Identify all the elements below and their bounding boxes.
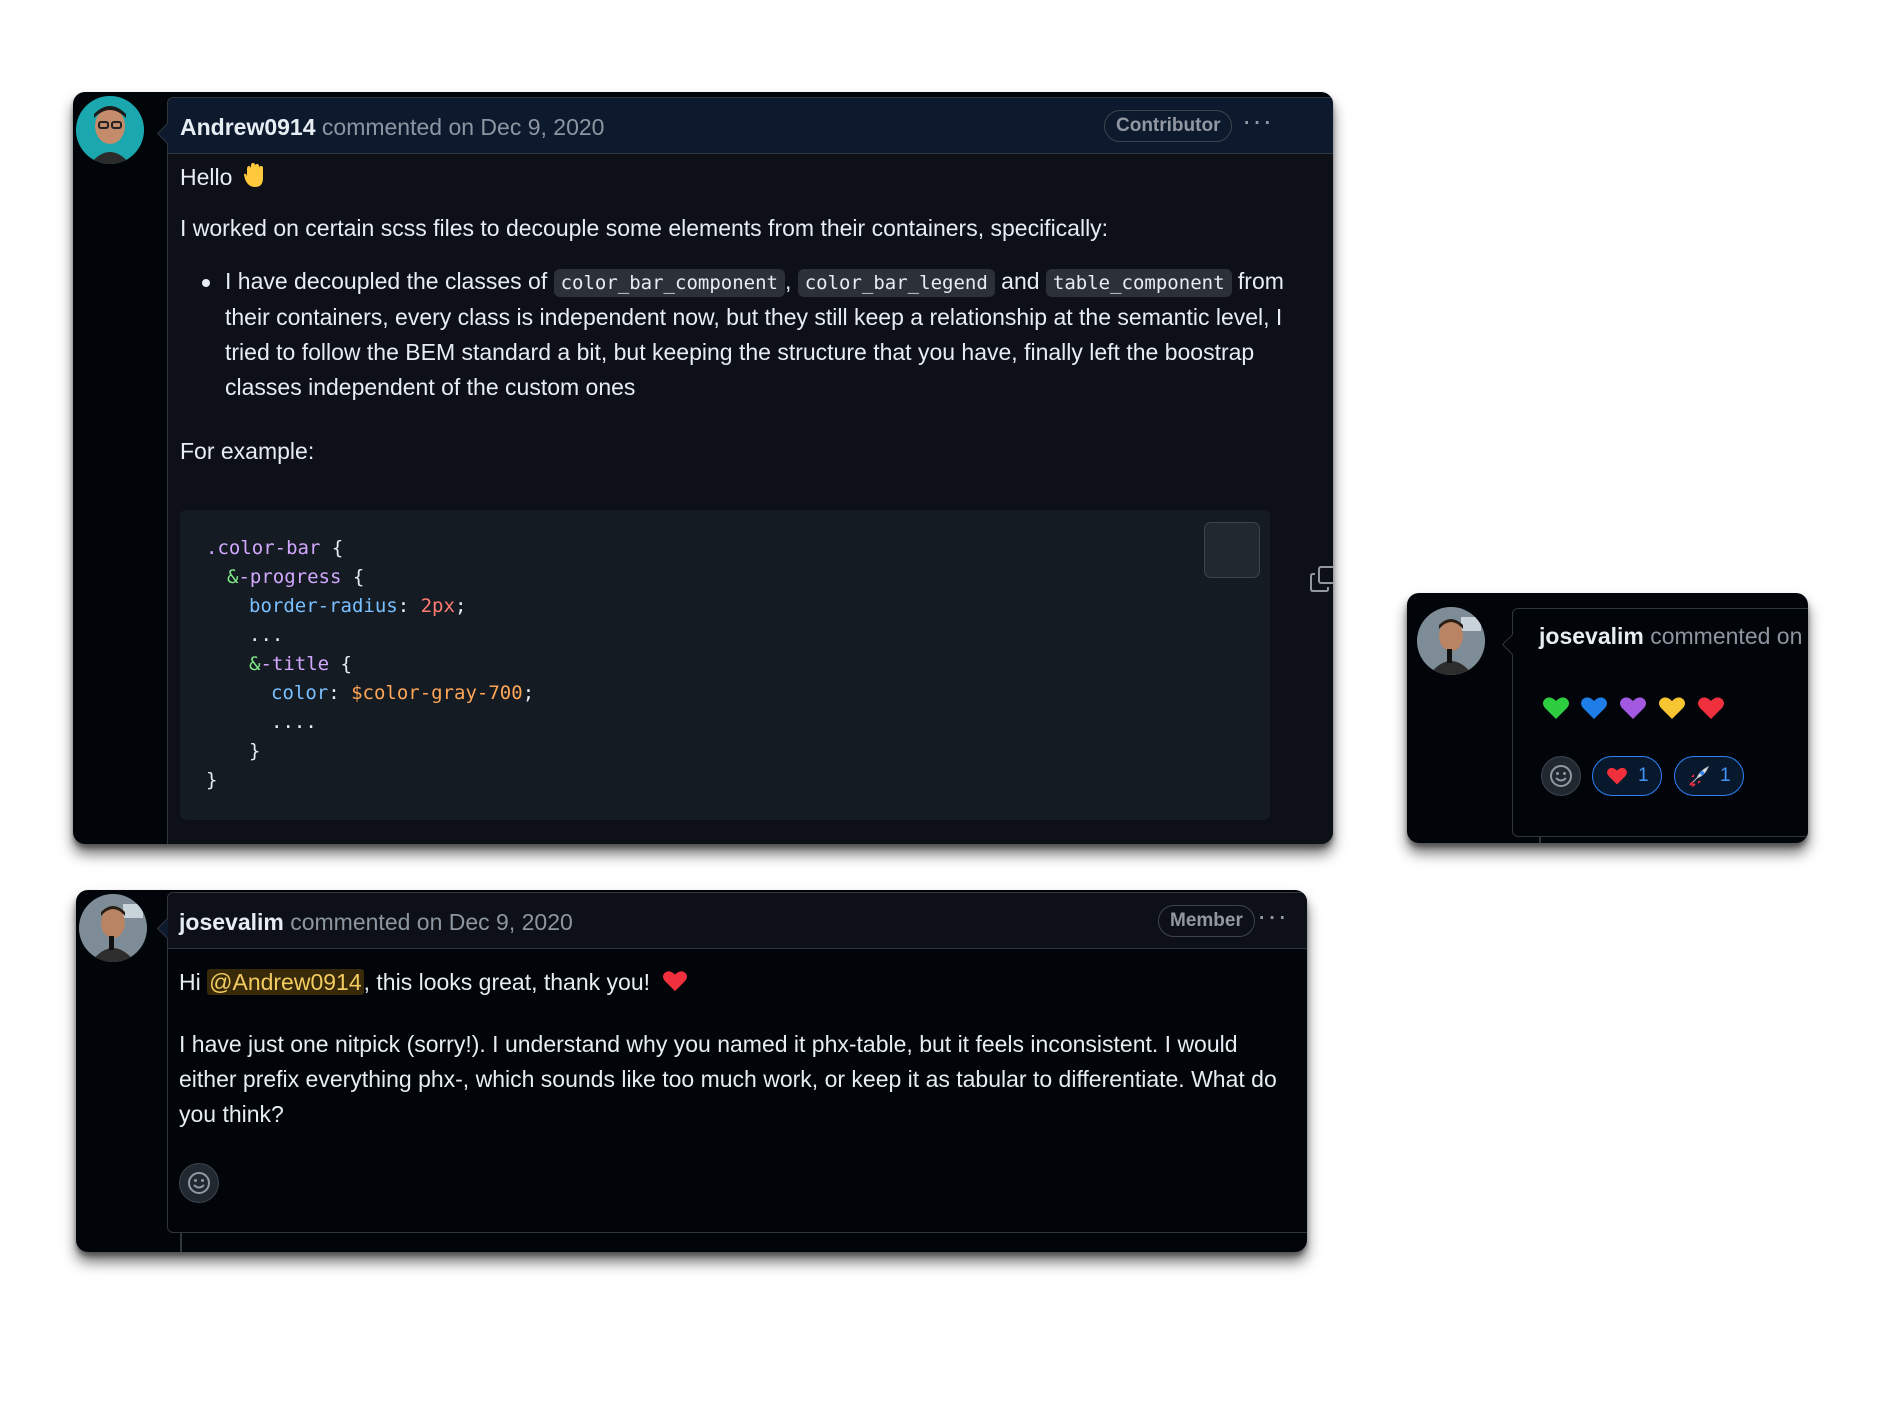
code-block[interactable]: .color-bar { &-progress { border-radius:… [180,510,1333,820]
code-line: .color-bar { [206,534,343,563]
smiley-icon [1550,765,1572,787]
code-line: border-radius: 2px; [249,592,466,621]
code-token: & [249,653,261,675]
code-token: } [249,740,261,762]
code-line: &-progress { [227,563,364,592]
bullet-line-2: their containers, every class is indepen… [225,304,1283,330]
green-heart-icon [1543,697,1569,719]
copy-button[interactable] [1204,522,1333,592]
reply-paragraph-line-3: you think? [179,1101,284,1127]
bullet-prefix: I have decoupled the classes of [225,268,548,294]
comment-options-icon[interactable]: ··· [1257,901,1288,931]
comment-card-andrew: Andrew0914 commented on Dec 9, 2020 Cont… [73,92,1333,844]
reaction-count: 1 [1720,765,1731,786]
user-mention-link[interactable]: @Andrew0914 [207,969,364,995]
wave-emoji-icon [243,162,265,198]
code-token: color [271,682,329,704]
code-token: ; [454,595,467,617]
rocket-icon [1689,765,1709,787]
comment-card-reactions: josevalim commented on 1 1 [1407,593,1808,843]
comment-arrow [1501,633,1524,656]
code-token: .... [271,711,317,733]
comment-header-text: josevalim commented on Dec 9, 2020 [179,909,573,936]
code-token: 2px [420,595,455,617]
blue-heart-icon [1581,697,1607,719]
greeting-text: Hello [180,164,233,190]
code-token: { [329,653,352,675]
copy-icon [1309,566,1333,592]
inline-code: color_bar_component [553,269,785,297]
code-line: &-title { [249,650,352,679]
comment-header-text: Andrew0914 commented on Dec 9, 2020 [180,114,604,141]
rocket-reaction-button[interactable]: 1 [1674,756,1744,796]
add-reaction-button[interactable] [1541,756,1581,796]
purple-heart-icon [1620,697,1646,719]
comment-box: josevalim commented on Dec 9, 2020 Membe… [156,892,1307,1233]
from-text: from [1237,268,1284,294]
author-link[interactable]: josevalim [179,909,284,935]
greeting: Hello [180,160,265,198]
comment-header: josevalim commented on Dec 9, 2020 Membe… [168,893,1307,949]
comment-box: josevalim commented on 1 1 [1501,608,1808,837]
code-token: : [397,595,421,617]
example-label: For example: [180,438,315,464]
avatar-andrew[interactable] [76,96,144,164]
comment-header-text: josevalim commented on [1539,623,1802,650]
code-token: { [341,566,365,588]
bullet-dot [202,279,210,287]
inline-code: color_bar_legend [797,269,995,297]
comment-timestamp[interactable]: commented on Dec 9, 2020 [322,114,605,140]
code-line: .... [271,708,317,737]
red-heart-icon [1698,697,1724,719]
comment-options-icon[interactable]: ··· [1242,106,1273,136]
code-token: -title [260,653,330,675]
comment-timestamp[interactable]: commented on Dec 9, 2020 [290,909,573,935]
avatar-josevalim[interactable] [79,894,147,962]
red-heart-icon [662,968,688,1003]
reply-line-1: Hi @Andrew0914, this looks great, thank … [179,965,688,1003]
red-heart-icon [1607,767,1627,785]
author-link[interactable]: josevalim [1539,623,1644,649]
avatar-josevalim[interactable] [1417,607,1485,675]
code-token: -progress [238,566,342,588]
code-token: border-radius [249,595,398,617]
member-badge: Member [1158,905,1255,937]
intro-paragraph: I worked on certain scss files to decoup… [180,215,1109,241]
code-token: { [320,537,344,559]
hi-text: Hi [179,969,201,995]
thanks-text: , this looks great, thank you! [363,969,651,995]
timeline-line [180,1230,182,1252]
code-line: } [206,766,217,795]
inline-code: table_component [1045,269,1232,297]
and-text: and [1001,268,1040,294]
reaction-count: 1 [1638,765,1649,786]
heart-reaction-button[interactable]: 1 [1592,756,1662,796]
smiley-icon [188,1172,210,1194]
comment-header: Andrew0914 commented on Dec 9, 2020 Cont… [168,98,1333,154]
comment-timestamp[interactable]: commented on [1650,623,1802,649]
code-token: : [328,682,352,704]
comment-card-josevalim: josevalim commented on Dec 9, 2020 Membe… [76,890,1307,1252]
code-line: } [249,737,260,766]
code-token: $color-gray-700 [351,682,523,704]
add-reaction-button[interactable] [179,1163,219,1203]
code-token: ... [249,624,284,646]
contributor-badge: Contributor [1104,110,1233,142]
code-token: } [206,769,218,791]
yellow-heart-icon [1659,697,1685,719]
comment-box: Andrew0914 commented on Dec 9, 2020 Cont… [156,97,1333,844]
bullet-line-4: classes independent of the custom ones [225,374,636,400]
code-line: ... [249,621,283,650]
bullet-line-1: I have decoupled the classes of color_ba… [225,264,1284,301]
bullet-line-3: tried to follow the BEM standard a bit, … [225,339,1255,365]
reply-paragraph-line-2: either prefix everything phx-, which sou… [179,1066,1277,1092]
reply-paragraph-line-1: I have just one nitpick (sorry!). I unde… [179,1031,1238,1057]
code-line: color: $color-gray-700; [271,679,534,708]
code-token: ; [522,682,535,704]
code-token: .color-bar [206,537,321,559]
author-link[interactable]: Andrew0914 [180,114,316,140]
code-token: & [227,566,239,588]
